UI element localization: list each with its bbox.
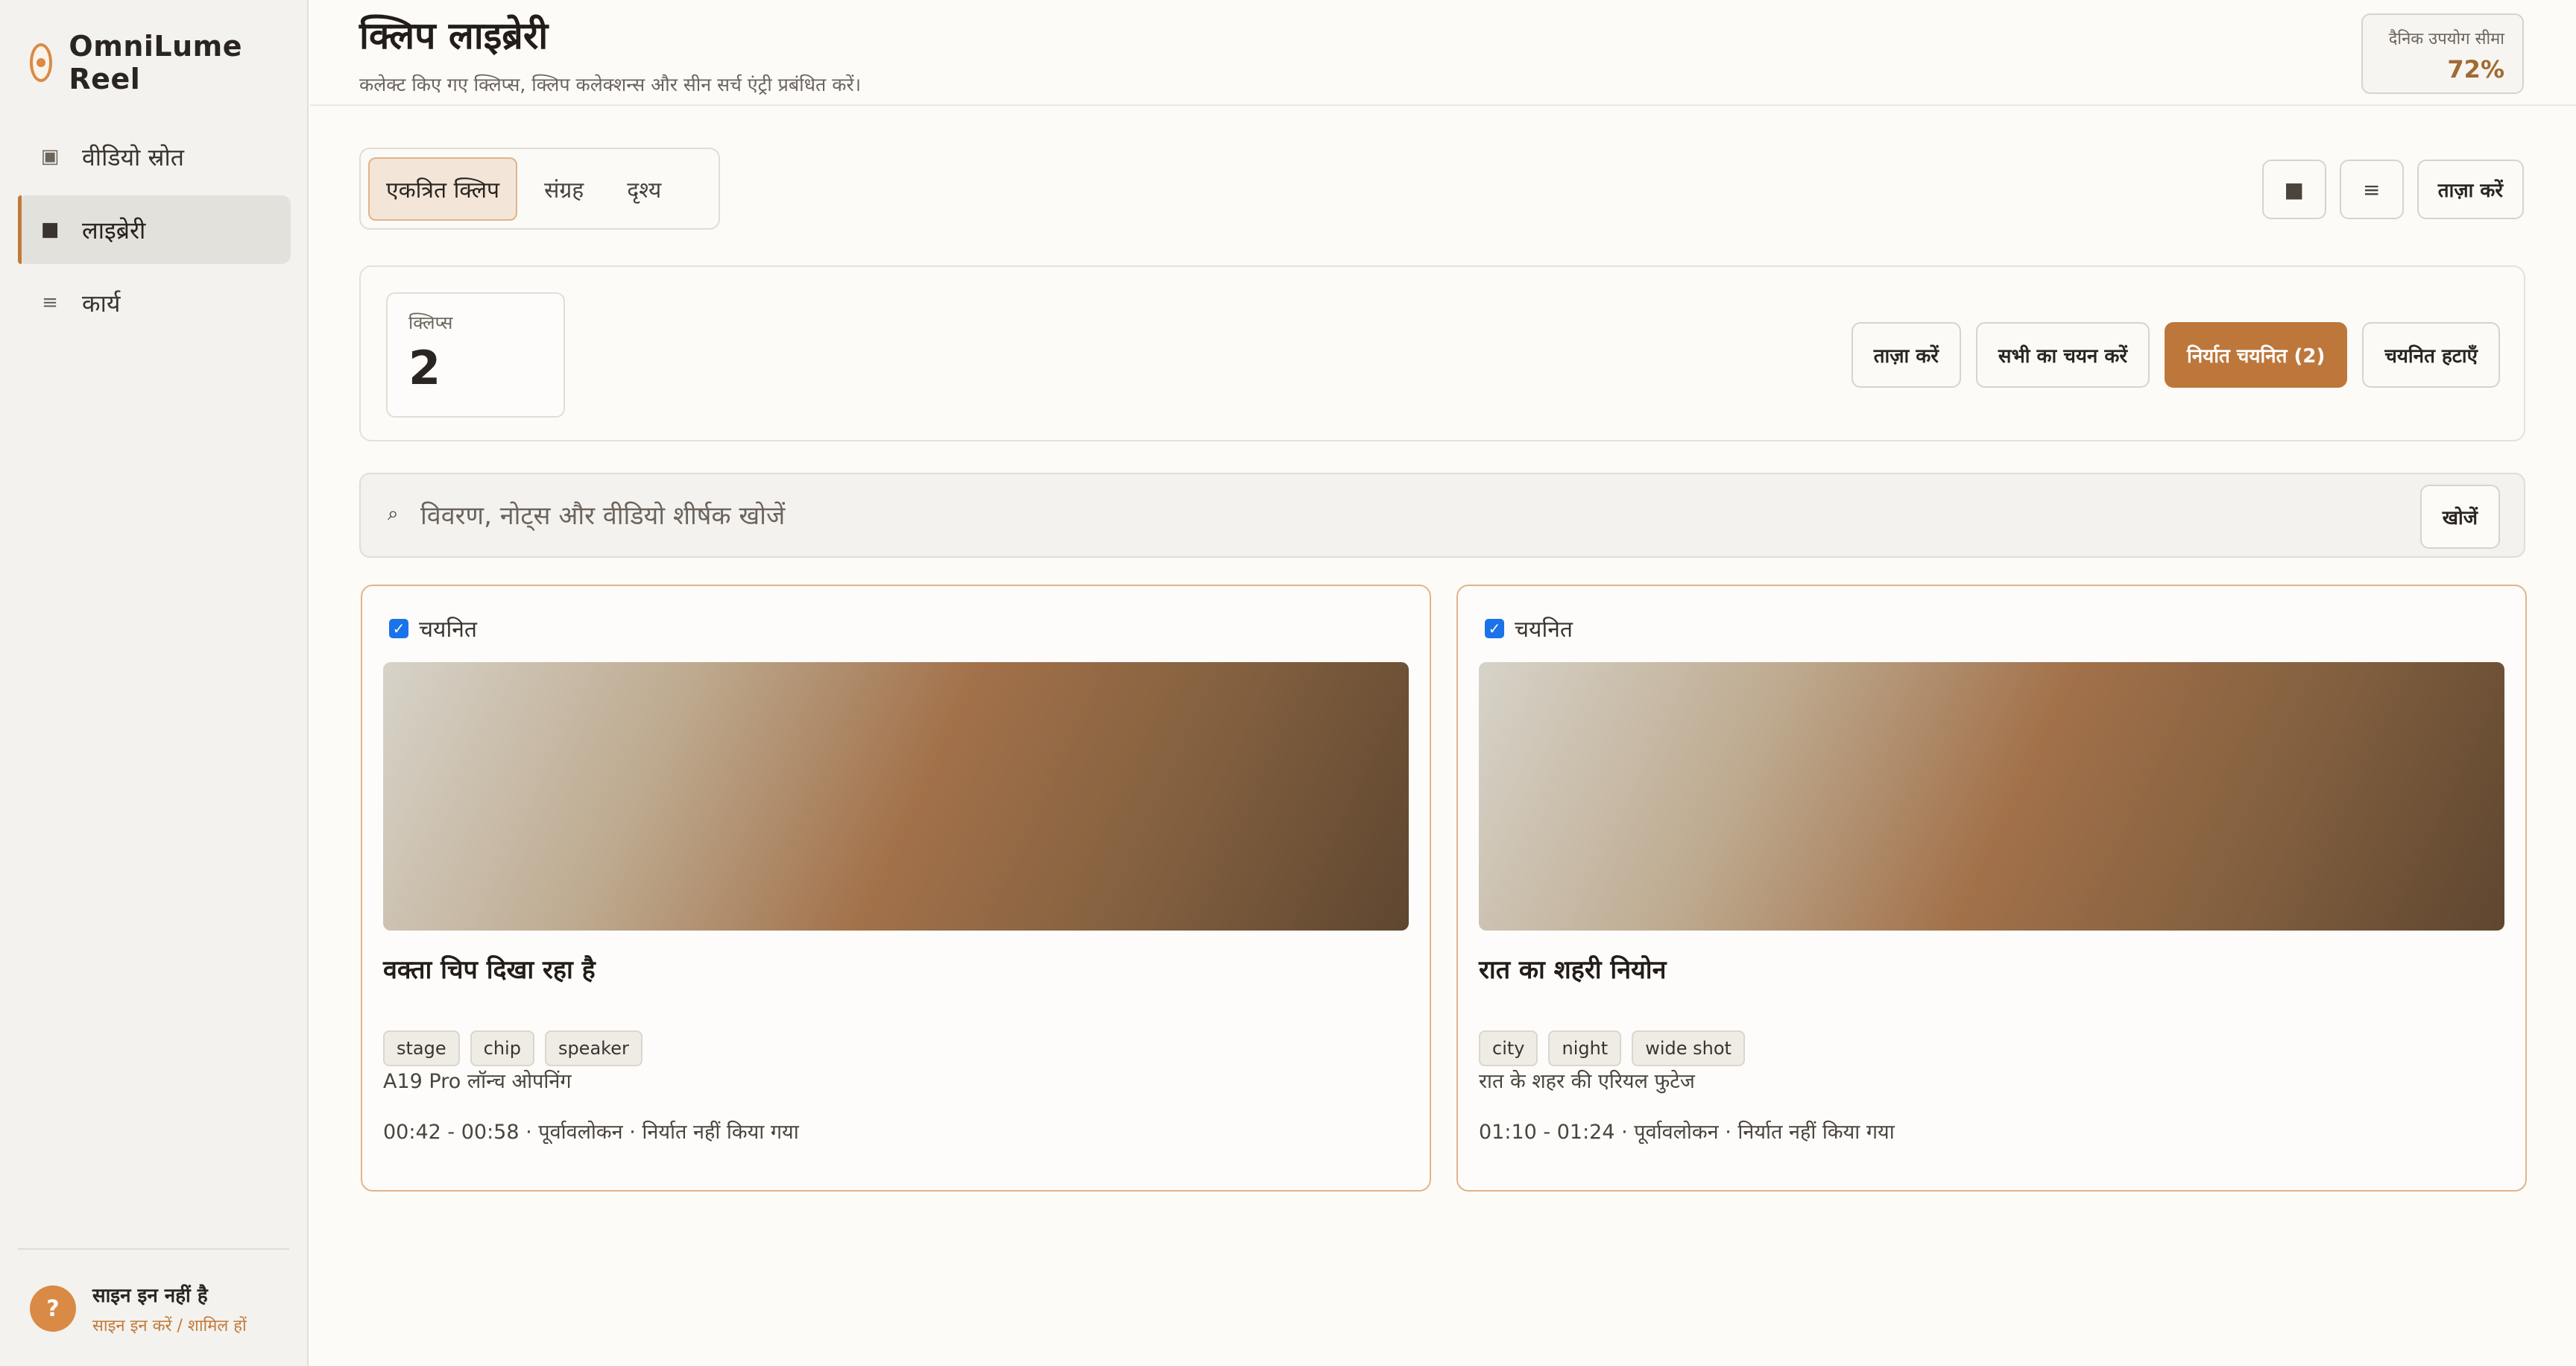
- search-input[interactable]: [420, 489, 2358, 543]
- clip-card[interactable]: ✓ चयनित वक्ता चिप दिखा रहा है stage chip…: [361, 585, 1431, 1192]
- export-selected-button[interactable]: निर्यात चयनित (2): [2165, 322, 2348, 388]
- sidebar-item-label: वीडियो स्रोत: [82, 142, 184, 171]
- clips-count-card: क्लिप्स 2: [386, 292, 565, 418]
- tab-scenes[interactable]: दृश्य: [610, 159, 678, 219]
- grid-icon: ■: [2284, 177, 2304, 202]
- sidebar-item-library[interactable]: ■ लाइब्रेरी: [18, 195, 291, 264]
- tab-collections[interactable]: संग्रह: [528, 159, 600, 219]
- view-toolbar: ■ ≡ ताज़ा करें: [2261, 160, 2524, 219]
- tag-chip: night: [1548, 1030, 1622, 1066]
- refresh-button[interactable]: ताज़ा करें: [1851, 322, 1961, 388]
- header-refresh-button[interactable]: ताज़ा करें: [2416, 160, 2524, 219]
- clip-meta: 01:10 - 01:24 · पूर्वावलोकन · निर्यात नह…: [1479, 1121, 1895, 1144]
- brand-logo-icon: [30, 43, 53, 82]
- clips-summary-panel: क्लिप्स 2 ताज़ा करें सभी का चयन करें निर…: [359, 265, 2525, 441]
- clip-description: रात के शहर की एरियल फुटेज: [1479, 1070, 1695, 1093]
- selected-label: चयनित: [1515, 617, 1573, 643]
- search-bar: ⌕ खोजें: [359, 473, 2525, 558]
- tasks-icon: ≡: [42, 292, 58, 314]
- page-title: क्लिप लाइब्रेरी: [359, 14, 549, 57]
- clip-description: A19 Pro लॉन्च ओपनिंग: [383, 1070, 572, 1093]
- sidebar: OmniLume Reel ▣ वीडियो स्रोत ■ लाइब्रेरी…: [0, 0, 309, 1366]
- select-all-button[interactable]: सभी का चयन करें: [1975, 322, 2150, 388]
- brand[interactable]: OmniLume Reel: [30, 30, 307, 95]
- clip-title: वक्ता चिप दिखा रहा है: [383, 955, 596, 985]
- list-view-button[interactable]: ≡: [2339, 160, 2404, 219]
- tag-chip: wide shot: [1632, 1030, 1745, 1066]
- clip-select[interactable]: ✓ चयनित: [1485, 613, 1573, 643]
- usage-label: दैनिक उपयोग सीमा: [2388, 30, 2504, 48]
- clip-title: रात का शहरी नियोन: [1479, 955, 1667, 985]
- sidebar-item-label: कार्य: [82, 289, 121, 318]
- app-name: OmniLume Reel: [69, 30, 243, 95]
- avatar[interactable]: ?: [30, 1285, 76, 1332]
- clip-tags: stage chip speaker: [383, 1030, 643, 1066]
- user-status: साइन इन नहीं है: [92, 1285, 208, 1307]
- bulk-actions: ताज़ा करें सभी का चयन करें निर्यात चयनित…: [1851, 322, 2500, 388]
- search-button[interactable]: खोजें: [2419, 485, 2500, 549]
- search-icon: ⌕: [388, 503, 399, 525]
- tab-collected-clips[interactable]: एकत्रित क्लिप: [368, 157, 518, 221]
- selected-label: चयनित: [419, 617, 477, 643]
- library-tabs: एकत्रित क्लिप संग्रह दृश्य: [359, 148, 720, 230]
- sidebar-divider: [18, 1248, 289, 1250]
- video-source-icon: ▣: [40, 145, 60, 168]
- sidebar-item-video-sources[interactable]: ▣ वीडियो स्रोत: [18, 122, 291, 191]
- clip-meta: 00:42 - 00:58 · पूर्वावलोकन · निर्यात नह…: [383, 1121, 799, 1144]
- clip-card[interactable]: ✓ चयनित रात का शहरी नियोन city night wid…: [1456, 585, 2527, 1192]
- sidebar-nav: ▣ वीडियो स्रोत ■ लाइब्रेरी ≡ कार्य: [18, 122, 291, 342]
- tag-chip: chip: [470, 1030, 534, 1066]
- clips-count-label: क्लिप्स: [408, 312, 453, 333]
- page-subtitle: कलेक्ट किए गए क्लिप्स, क्लिप कलेक्शन्स औ…: [359, 74, 862, 95]
- clip-tags: city night wide shot: [1479, 1030, 1745, 1066]
- tag-chip: stage: [383, 1030, 460, 1066]
- remove-selected-button[interactable]: चयनित हटाएँ: [2362, 322, 2500, 388]
- sidebar-item-label: लाइब्रेरी: [82, 215, 146, 245]
- page-header: क्लिप लाइब्रेरी कलेक्ट किए गए क्लिप्स, क…: [310, 0, 2576, 106]
- tag-chip: city: [1479, 1030, 1538, 1066]
- clip-thumbnail[interactable]: [1479, 662, 2504, 931]
- library-icon: ■: [40, 218, 60, 241]
- sidebar-item-tasks[interactable]: ≡ कार्य: [18, 268, 291, 337]
- sign-in-link[interactable]: साइन इन करें / शामिल हों: [92, 1314, 247, 1336]
- list-icon: ≡: [2363, 177, 2381, 202]
- clip-thumbnail[interactable]: [383, 662, 1409, 931]
- checkbox-checked-icon[interactable]: ✓: [1485, 618, 1504, 638]
- usage-limit-badge: दैनिक उपयोग सीमा 72%: [2361, 13, 2524, 94]
- grid-view-button[interactable]: ■: [2261, 160, 2326, 219]
- usage-value: 72%: [2447, 55, 2504, 84]
- user-panel[interactable]: ? साइन इन नहीं है साइन इन करें / शामिल ह…: [30, 1281, 247, 1336]
- tag-chip: speaker: [544, 1030, 643, 1066]
- clips-count-value: 2: [408, 341, 441, 395]
- clip-select[interactable]: ✓ चयनित: [389, 613, 477, 643]
- checkbox-checked-icon[interactable]: ✓: [389, 618, 408, 638]
